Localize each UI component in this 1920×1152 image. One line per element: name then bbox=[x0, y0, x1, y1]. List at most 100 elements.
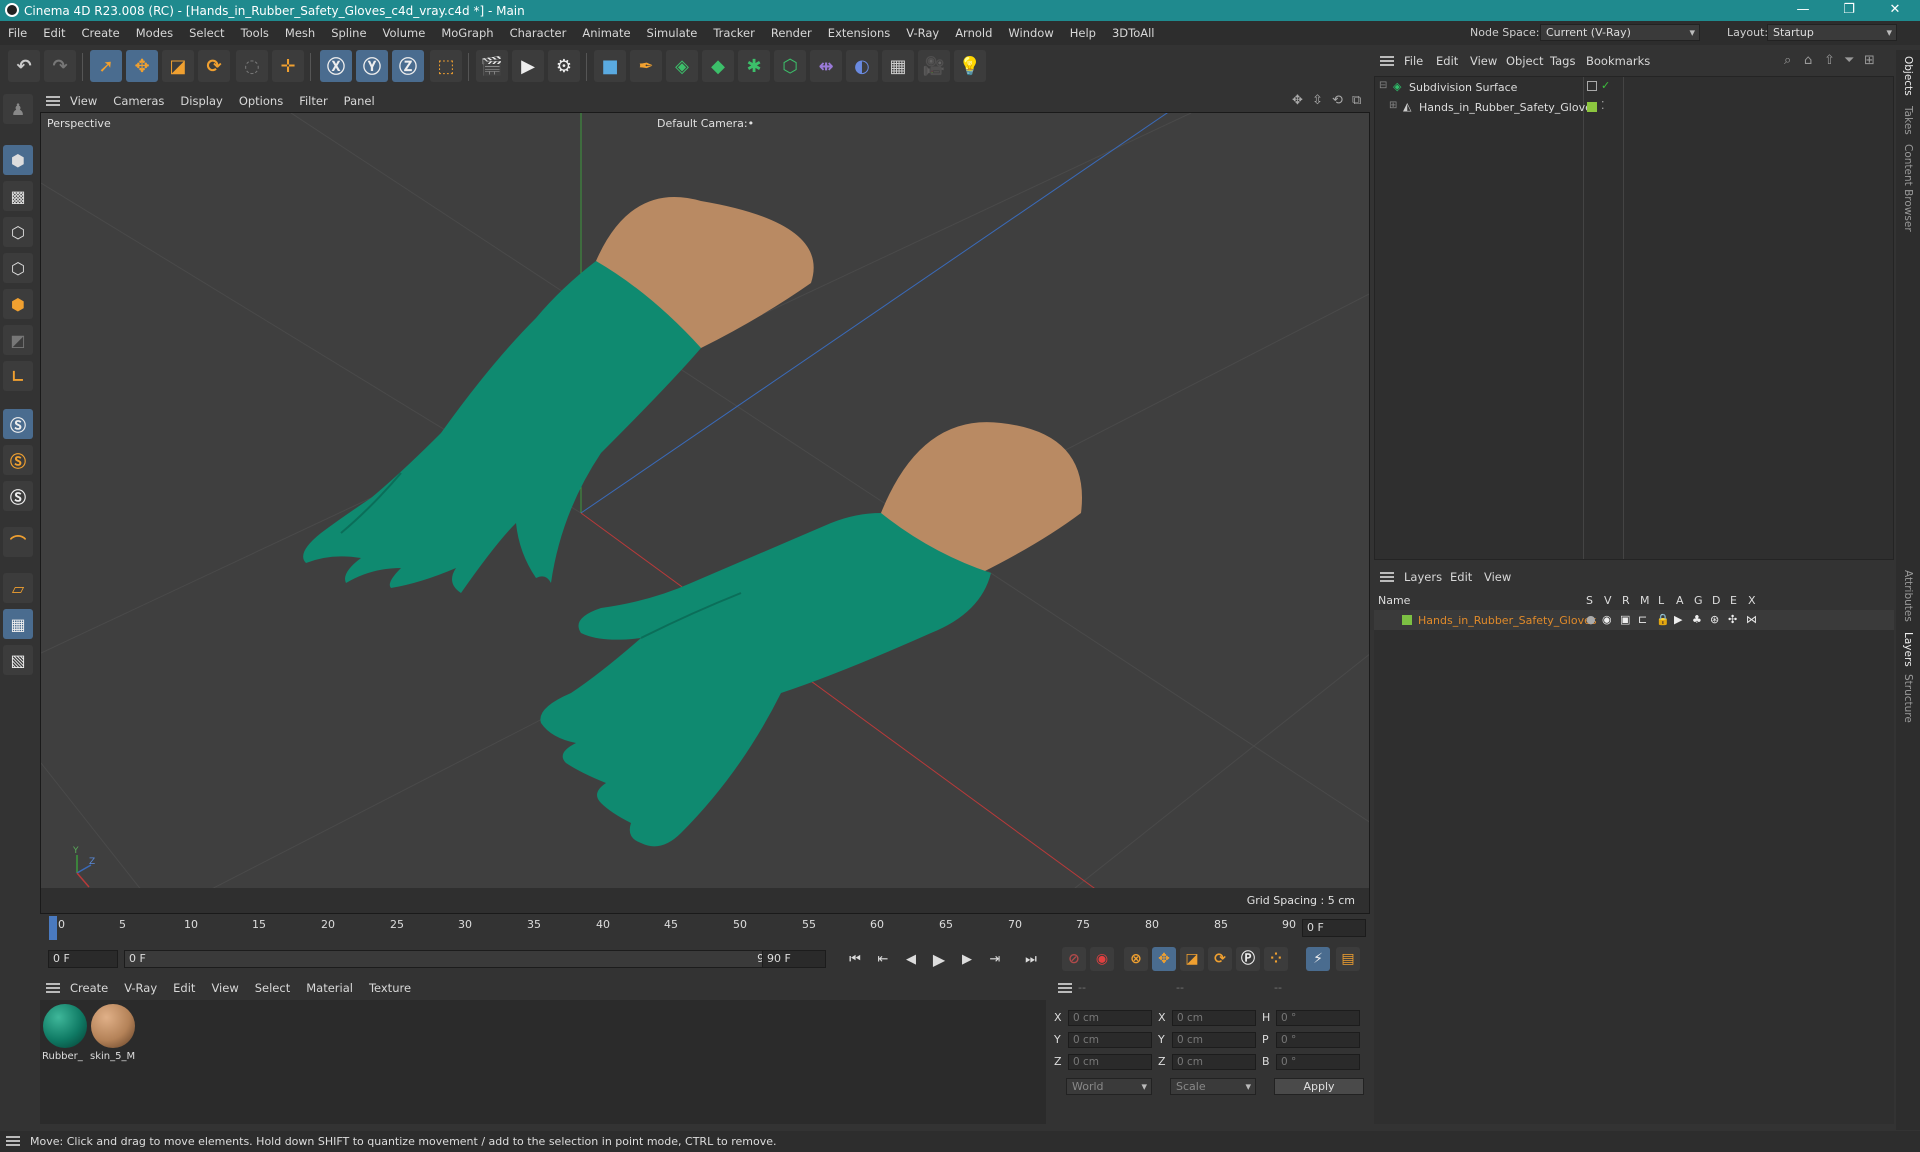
deformers-icon[interactable]: ⊛ bbox=[1710, 613, 1719, 626]
object-menu-bookmarks[interactable]: Bookmarks bbox=[1586, 54, 1650, 68]
menu-render[interactable]: Render bbox=[763, 26, 820, 40]
material-menu-material[interactable]: Material bbox=[298, 981, 361, 995]
layer-menu-layers[interactable]: Layers bbox=[1404, 570, 1442, 584]
coordinate-space-select[interactable]: World bbox=[1066, 1078, 1152, 1095]
rotate-tool-icon[interactable]: ⟳ bbox=[198, 50, 230, 82]
current-frame-field[interactable]: 0 F bbox=[1302, 919, 1366, 937]
manager-icon[interactable]: ⊏ bbox=[1638, 613, 1647, 626]
expand-icon[interactable]: ⊟ bbox=[1379, 80, 1387, 91]
tab-attributes[interactable]: Attributes bbox=[1902, 570, 1914, 622]
expressions-icon[interactable]: ✣ bbox=[1728, 613, 1737, 626]
key-parameter-icon[interactable]: Ⓟ bbox=[1236, 947, 1260, 971]
axis-mode-icon[interactable]: ∟ bbox=[3, 361, 33, 391]
tab-structure[interactable]: Structure bbox=[1902, 674, 1914, 723]
size-y-field[interactable]: 0 cm bbox=[1172, 1032, 1256, 1048]
perspective-viewport[interactable]: Perspective Default Camera:• Y Z X Grid … bbox=[40, 112, 1370, 914]
home-icon[interactable]: ⌂ bbox=[1804, 53, 1812, 68]
play-icon[interactable]: ▶ bbox=[928, 949, 950, 971]
viewport-menu-filter[interactable]: Filter bbox=[291, 94, 335, 108]
last-tool-icon[interactable]: ◌ bbox=[236, 50, 268, 82]
menu-window[interactable]: Window bbox=[1000, 26, 1061, 40]
point-mode-icon[interactable]: ⬡ bbox=[3, 217, 33, 247]
menu-arnold[interactable]: Arnold bbox=[947, 26, 1000, 40]
menu-3dtoall[interactable]: 3DToAll bbox=[1104, 26, 1163, 40]
coordinate-mode-select[interactable]: Scale bbox=[1170, 1078, 1256, 1095]
polygon-mode-icon[interactable]: ⬢ bbox=[3, 289, 33, 319]
key-position-icon[interactable]: ✥ bbox=[1152, 947, 1176, 971]
texture-mode-icon[interactable]: ▩ bbox=[3, 181, 33, 211]
generators-icon[interactable]: ♣ bbox=[1692, 613, 1702, 626]
size-z-field[interactable]: 0 cm bbox=[1172, 1054, 1256, 1070]
floor-icon[interactable]: ▦ bbox=[882, 50, 914, 82]
menu-simulate[interactable]: Simulate bbox=[639, 26, 706, 40]
material-item[interactable]: Rubber_ bbox=[42, 1004, 88, 1062]
object-menu-file[interactable]: File bbox=[1404, 54, 1423, 68]
layer-menu-icon[interactable] bbox=[1380, 572, 1394, 582]
visibility-dots-icon[interactable]: ⁚ bbox=[1601, 99, 1605, 112]
up-icon[interactable]: ⇧ bbox=[1824, 53, 1835, 68]
new-panel-icon[interactable]: ⊞ bbox=[1864, 53, 1875, 68]
live-selection-icon[interactable]: ✛ bbox=[272, 50, 304, 82]
key-pla-icon[interactable]: ⁘ bbox=[1264, 947, 1288, 971]
object-menu-edit[interactable]: Edit bbox=[1436, 54, 1458, 68]
maximize-button[interactable]: ❐ bbox=[1826, 0, 1872, 21]
animation-icon[interactable]: ▶ bbox=[1674, 613, 1682, 626]
tab-objects[interactable]: Objects bbox=[1902, 56, 1914, 96]
frame-range-slider[interactable]: 0 F 90 F bbox=[124, 950, 788, 968]
x-axis-lock-icon[interactable]: Ⓧ bbox=[320, 50, 352, 82]
end-frame-field[interactable]: 90 F bbox=[762, 950, 826, 968]
menu-animate[interactable]: Animate bbox=[574, 26, 638, 40]
lock-icon[interactable]: 🔒 bbox=[1656, 613, 1670, 626]
camera-icon[interactable]: 🎥 bbox=[918, 50, 950, 82]
tab-layers[interactable]: Layers bbox=[1902, 632, 1914, 667]
coordinates-menu-icon[interactable] bbox=[1058, 983, 1072, 993]
extrude-generator-icon[interactable]: ◆ bbox=[702, 50, 734, 82]
scheme-icon[interactable]: ⚡ bbox=[1306, 947, 1330, 971]
layer-menu-edit[interactable]: Edit bbox=[1450, 570, 1472, 584]
search-icon[interactable]: ⌕ bbox=[1784, 53, 1791, 68]
status-menu-icon[interactable] bbox=[6, 1136, 20, 1146]
object-menu-tags[interactable]: Tags bbox=[1550, 54, 1575, 68]
keyframe-selection-icon[interactable]: ⊗ bbox=[1124, 947, 1148, 971]
minimize-button[interactable]: — bbox=[1780, 0, 1826, 21]
view-eye-icon[interactable]: ◉ bbox=[1602, 613, 1612, 626]
material-menu-select[interactable]: Select bbox=[247, 981, 298, 995]
rotation-b-field[interactable]: 0 ° bbox=[1276, 1054, 1360, 1070]
tree-row[interactable]: ⊟ ◈ Subdivision Surface ✓ bbox=[1375, 77, 1893, 97]
next-key-icon[interactable]: ⇥ bbox=[984, 949, 1006, 971]
viewport-menu-view[interactable]: View bbox=[62, 94, 105, 108]
menu-mograph[interactable]: MoGraph bbox=[433, 26, 501, 40]
object-menu-object[interactable]: Object bbox=[1506, 54, 1543, 68]
filter-icon[interactable]: ⏷ bbox=[1844, 53, 1854, 68]
make-editable-icon[interactable]: ♟ bbox=[3, 94, 33, 124]
snap-settings-icon[interactable]: Ⓢ bbox=[3, 445, 33, 475]
viewport-rotate-icon[interactable]: ⟲ bbox=[1332, 93, 1343, 108]
menu-file[interactable]: File bbox=[0, 26, 35, 40]
menu-modes[interactable]: Modes bbox=[128, 26, 181, 40]
key-scale-icon[interactable]: ◪ bbox=[1180, 947, 1204, 971]
position-z-field[interactable]: 0 cm bbox=[1068, 1054, 1152, 1070]
undo-icon[interactable]: ↶ bbox=[8, 50, 40, 82]
z-axis-lock-icon[interactable]: Ⓩ bbox=[392, 50, 424, 82]
cube-primitive-icon[interactable]: ■ bbox=[594, 50, 626, 82]
tree-row[interactable]: ⊞ ◭ Hands_in_Rubber_Safety_Gloves ⁚ bbox=[1375, 97, 1893, 117]
previous-key-icon[interactable]: ⇤ bbox=[872, 949, 894, 971]
menu-spline[interactable]: Spline bbox=[323, 26, 374, 40]
quantize-icon[interactable]: Ⓢ bbox=[3, 481, 33, 511]
material-menu-edit[interactable]: Edit bbox=[165, 981, 203, 995]
y-axis-lock-icon[interactable]: Ⓨ bbox=[356, 50, 388, 82]
viewport-camera-label[interactable]: Default Camera:• bbox=[657, 117, 754, 130]
tab-content-browser[interactable]: Content Browser bbox=[1902, 144, 1914, 232]
edge-mode-icon[interactable]: ⬡ bbox=[3, 253, 33, 283]
menu-edit[interactable]: Edit bbox=[35, 26, 73, 40]
tab-takes[interactable]: Takes bbox=[1902, 106, 1914, 135]
uv-mode-icon[interactable]: ◩ bbox=[3, 325, 33, 355]
layer-row[interactable]: Hands_in_Rubber_Safety_Gloves ● ◉ ▣ ⊏ 🔒 … bbox=[1374, 610, 1894, 630]
locked-workplane-icon[interactable]: ▧ bbox=[3, 645, 33, 675]
go-to-start-icon[interactable]: ⏮ bbox=[844, 949, 866, 971]
apply-button[interactable]: Apply bbox=[1274, 1078, 1364, 1095]
snap-icon[interactable]: Ⓢ bbox=[3, 409, 33, 439]
menu-help[interactable]: Help bbox=[1062, 26, 1104, 40]
autokeying-icon[interactable]: ◉ bbox=[1090, 947, 1114, 971]
viewport-menu-cameras[interactable]: Cameras bbox=[105, 94, 172, 108]
